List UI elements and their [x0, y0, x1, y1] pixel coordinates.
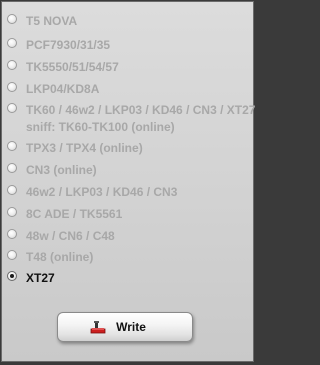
option-cn3-online[interactable]: CN3 (online) [7, 161, 97, 179]
radio-button[interactable] [7, 14, 17, 24]
option-label: T5 NOVA [26, 14, 78, 28]
option-tpx3[interactable]: TPX3 / TPX4 (online) [7, 139, 143, 157]
option-label: XT27 [26, 271, 55, 285]
radio-button[interactable] [7, 103, 17, 113]
option-t48[interactable]: T48 (online) [7, 248, 93, 266]
write-button[interactable]: Write [57, 312, 193, 342]
radio-button[interactable] [7, 163, 17, 173]
option-label: 48w / CN6 / C48 [26, 229, 115, 243]
option-t5-nova[interactable]: T5 NOVA [7, 12, 77, 30]
radio-button[interactable] [7, 250, 17, 260]
option-46w2[interactable]: 46w2 / LKP03 / KD46 / CN3 [7, 183, 177, 201]
option-8c-ade[interactable]: 8C ADE / TK5561 [7, 205, 122, 223]
option-xt27[interactable]: XT27 [7, 269, 55, 287]
option-label: TK60 / 46w2 / LKP03 / KD46 / CN3 / XT27 [26, 103, 256, 117]
option-tk5550[interactable]: TK5550/51/54/57 [7, 58, 119, 76]
option-label: 46w2 / LKP03 / KD46 / CN3 [26, 185, 178, 199]
option-48w[interactable]: 48w / CN6 / C48 [7, 227, 115, 245]
option-label: LKP04/KD8A [26, 82, 100, 96]
option-pcf7930[interactable]: PCF7930/31/35 [7, 36, 110, 54]
radio-button[interactable] [7, 229, 17, 239]
option-label: PCF7930/31/35 [26, 38, 111, 52]
radio-button[interactable] [7, 185, 17, 195]
write-chip-icon [90, 321, 106, 334]
option-label: CN3 (online) [26, 163, 97, 177]
option-label: 8C ADE / TK5561 [26, 207, 123, 221]
write-button-label: Write [116, 320, 146, 334]
radio-button[interactable] [7, 207, 17, 217]
option-label: TK5550/51/54/57 [26, 60, 119, 74]
radio-button-selected[interactable] [7, 271, 17, 281]
radio-button[interactable] [7, 141, 17, 151]
option-sublabel: sniff: TK60-TK100 (online) [26, 120, 175, 134]
option-label: T48 (online) [26, 250, 94, 264]
option-lkp04[interactable]: LKP04/KD8A [7, 80, 99, 98]
option-label: TPX3 / TPX4 (online) [26, 141, 143, 155]
option-tk60[interactable]: TK60 / 46w2 / LKP03 / KD46 / CN3 / XT27 … [7, 101, 255, 135]
transponder-panel: T5 NOVA PCF7930/31/35 TK5550/51/54/57 LK… [1, 1, 255, 362]
radio-button[interactable] [7, 60, 17, 70]
radio-button[interactable] [7, 38, 17, 48]
radio-button[interactable] [7, 82, 17, 92]
